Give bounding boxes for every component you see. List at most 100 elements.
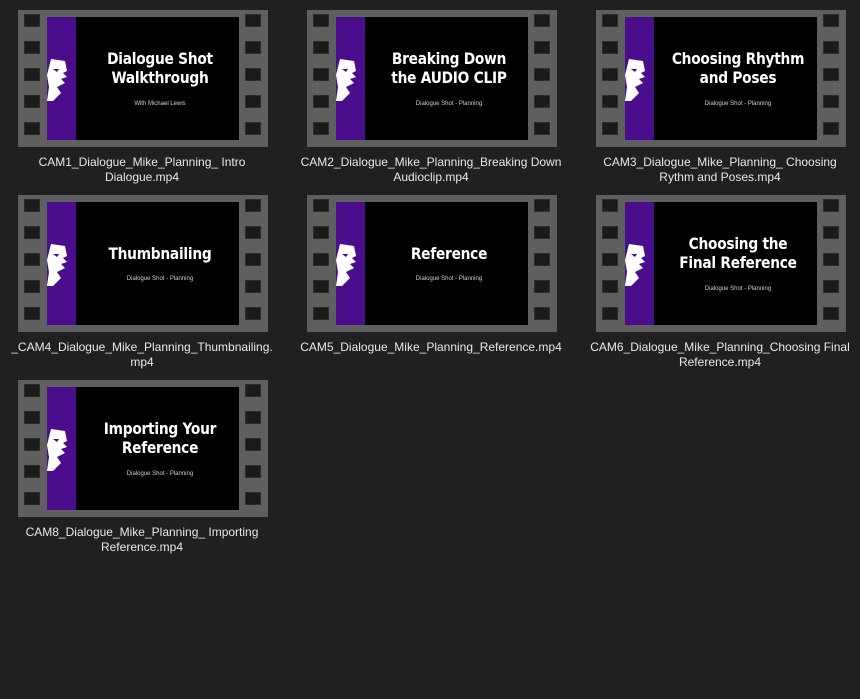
slide-title: Choosing Rhythm and Poses [671, 49, 805, 87]
film-perforation [534, 122, 550, 135]
film-perforation [245, 226, 261, 239]
film-perforation [313, 280, 329, 293]
face-logo-icon [625, 59, 645, 101]
film-perforations [18, 195, 47, 332]
slide-subtitle: Dialogue Shot - Planning [126, 471, 194, 477]
film-perforations [307, 195, 336, 332]
film-perforation [823, 122, 839, 135]
film-perforation [534, 95, 550, 108]
film-perforation [602, 14, 618, 27]
file-grid: Dialogue Shot Walkthrough With Michael L… [0, 0, 860, 699]
file-item[interactable]: Reference Dialogue Shot - Planning CAM5_… [289, 185, 573, 365]
film-perforation [313, 68, 329, 81]
slide-subtitle: Dialogue Shot - Planning [415, 276, 483, 282]
film-perforations [18, 10, 47, 147]
film-perforation [24, 465, 40, 478]
film-perforation [534, 307, 550, 320]
film-perforation [602, 68, 618, 81]
film-perforation [823, 14, 839, 27]
file-name: CAM6_Dialogue_Mike_Planning_Choosing Fin… [590, 340, 850, 369]
film-perforation [534, 41, 550, 54]
film-perforation [534, 226, 550, 239]
slide-subtitle: Dialogue Shot - Planning [126, 276, 194, 282]
film-perforation [24, 199, 40, 212]
video-thumbnail: Dialogue Shot Walkthrough With Michael L… [47, 17, 239, 140]
slide-title: Thumbnailing [108, 244, 212, 263]
film-perforation [24, 41, 40, 54]
file-item[interactable]: Thumbnailing Dialogue Shot - Planning _C… [0, 185, 284, 369]
film-perforation [602, 253, 618, 266]
film-perforation [24, 384, 40, 397]
file-item[interactable]: Importing Your Reference Dialogue Shot -… [0, 370, 284, 554]
video-thumbnail: Thumbnailing Dialogue Shot - Planning [47, 202, 239, 325]
slide-title: Importing Your Reference [103, 419, 217, 457]
film-strip-icon: Choosing the Final Reference Dialogue Sh… [596, 195, 846, 332]
film-perforation [24, 253, 40, 266]
film-perforation [534, 68, 550, 81]
film-perforation [245, 68, 261, 81]
film-strip-icon: Choosing Rhythm and Poses Dialogue Shot … [596, 10, 846, 147]
slide-subtitle: Dialogue Shot - Planning [704, 286, 772, 292]
slide-title: Reference [410, 244, 488, 263]
film-perforation [534, 14, 550, 27]
film-perforation [24, 492, 40, 505]
face-logo-icon [47, 429, 67, 471]
file-name: CAM3_Dialogue_Mike_Planning_ Choosing Ry… [603, 155, 837, 184]
film-perforation [245, 41, 261, 54]
film-perforation [602, 122, 618, 135]
video-thumbnail: Choosing the Final Reference Dialogue Sh… [625, 202, 817, 325]
film-perforation [245, 122, 261, 135]
slide-title: Breaking Down the AUDIO CLIP [391, 49, 507, 87]
film-strip-icon: Dialogue Shot Walkthrough With Michael L… [18, 10, 268, 147]
file-item[interactable]: Choosing the Final Reference Dialogue Sh… [578, 185, 860, 369]
film-perforation [823, 307, 839, 320]
film-perforation [823, 68, 839, 81]
film-perforation [313, 122, 329, 135]
film-perforation [823, 41, 839, 54]
video-thumbnail: Reference Dialogue Shot - Planning [336, 202, 528, 325]
film-perforation [313, 307, 329, 320]
film-perforation [534, 199, 550, 212]
film-strip-icon: Importing Your Reference Dialogue Shot -… [18, 380, 268, 517]
file-item[interactable]: Breaking Down the AUDIO CLIP Dialogue Sh… [289, 0, 573, 184]
film-perforations [528, 195, 557, 332]
film-perforations [239, 380, 268, 517]
film-perforation [245, 199, 261, 212]
film-perforation [313, 199, 329, 212]
film-strip-icon: Reference Dialogue Shot - Planning [307, 195, 557, 332]
film-perforation [245, 280, 261, 293]
film-perforation [313, 226, 329, 239]
film-perforation [24, 14, 40, 27]
film-perforation [24, 122, 40, 135]
film-perforation [24, 307, 40, 320]
slide-title: Dialogue Shot Walkthrough [107, 49, 213, 87]
film-perforation [602, 199, 618, 212]
slide-subtitle: With Michael Lewis [134, 101, 186, 107]
file-item[interactable]: Choosing Rhythm and Poses Dialogue Shot … [578, 0, 860, 184]
film-perforation [602, 307, 618, 320]
film-perforation [245, 14, 261, 27]
film-perforation [313, 14, 329, 27]
film-perforation [534, 253, 550, 266]
film-perforations [817, 10, 846, 147]
film-perforation [24, 438, 40, 451]
slide-subtitle: Dialogue Shot - Planning [415, 101, 483, 107]
film-perforation [313, 95, 329, 108]
film-perforation [823, 95, 839, 108]
film-perforation [24, 411, 40, 424]
film-perforation [313, 253, 329, 266]
file-name: CAM8_Dialogue_Mike_Planning_ Importing R… [25, 525, 259, 554]
film-perforation [823, 199, 839, 212]
face-logo-icon [47, 244, 67, 286]
file-item[interactable]: Dialogue Shot Walkthrough With Michael L… [0, 0, 284, 184]
face-logo-icon [625, 244, 645, 286]
film-perforations [239, 195, 268, 332]
film-perforation [823, 253, 839, 266]
film-perforation [24, 226, 40, 239]
film-perforation [313, 41, 329, 54]
file-name: CAM1_Dialogue_Mike_Planning_ Intro Dialo… [38, 155, 246, 184]
slide-subtitle: Dialogue Shot - Planning [704, 101, 772, 107]
film-perforations [18, 380, 47, 517]
film-perforation [602, 41, 618, 54]
film-perforation [245, 253, 261, 266]
